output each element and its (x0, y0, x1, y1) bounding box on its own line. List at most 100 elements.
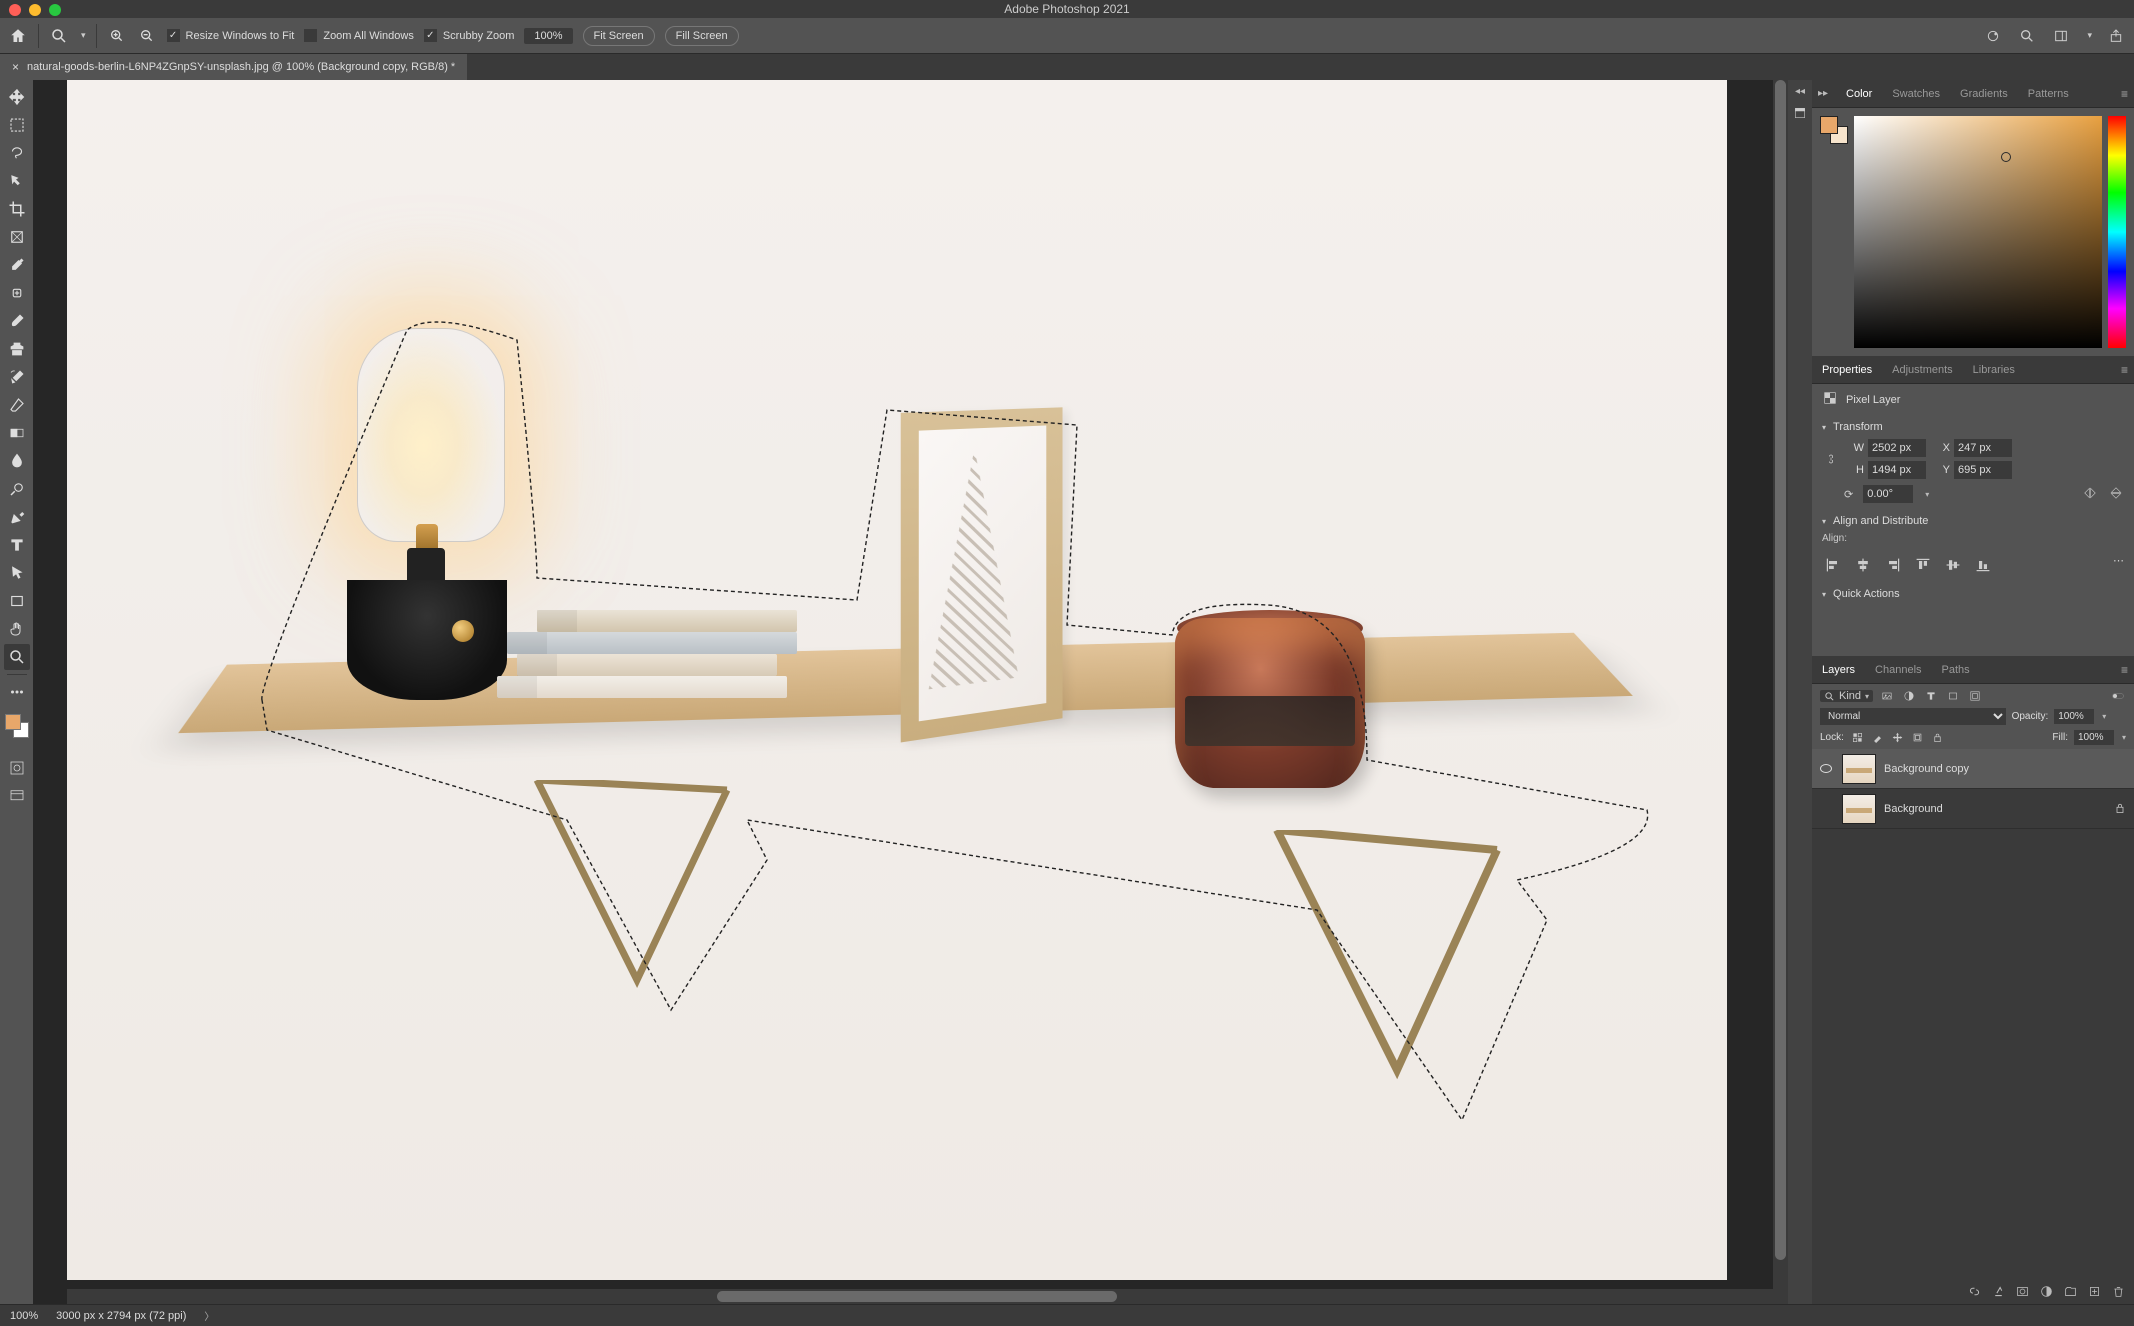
adjustment-layer-icon[interactable] (2038, 1283, 2054, 1299)
filter-toggle-icon[interactable] (2110, 688, 2126, 704)
lock-all-icon[interactable] (1930, 729, 1946, 745)
history-brush-tool[interactable] (4, 364, 30, 390)
align-right-icon[interactable] (1882, 554, 1904, 576)
tab-color[interactable]: Color (1842, 82, 1876, 106)
clone-stamp-tool[interactable] (4, 336, 30, 362)
screen-mode-icon[interactable] (4, 783, 30, 809)
transform-section-header[interactable]: Transform (1822, 421, 2124, 433)
share-icon[interactable] (2106, 26, 2126, 46)
workspace-switcher-icon[interactable] (2051, 26, 2071, 46)
zoom-tool[interactable] (4, 644, 30, 670)
marquee-tool[interactable] (4, 112, 30, 138)
align-bottom-icon[interactable] (1972, 554, 1994, 576)
layer-row[interactable]: Background copy (1812, 749, 2134, 789)
foreground-swatch[interactable] (1820, 116, 1838, 134)
lock-pixels-icon[interactable] (1870, 729, 1886, 745)
status-zoom[interactable]: 100% (10, 1310, 38, 1322)
new-layer-icon[interactable] (2086, 1283, 2102, 1299)
more-options-icon[interactable]: ⋯ (2113, 554, 2124, 576)
fill-screen-button[interactable]: Fill Screen (665, 26, 739, 46)
foreground-color-swatch[interactable] (5, 714, 21, 730)
filter-type-icon[interactable] (1923, 688, 1939, 704)
docked-panel-icon[interactable] (1790, 103, 1810, 123)
align-section-header[interactable]: Align and Distribute (1822, 515, 2124, 527)
tab-libraries[interactable]: Libraries (1969, 358, 2019, 382)
x-input[interactable] (1954, 439, 2012, 457)
home-button[interactable] (8, 26, 28, 46)
tab-close-icon[interactable]: × (12, 60, 19, 74)
link-layers-icon[interactable] (1966, 1283, 1982, 1299)
layer-thumbnail[interactable] (1842, 754, 1876, 784)
lock-position-icon[interactable] (1890, 729, 1906, 745)
layer-name-label[interactable]: Background (1884, 803, 2106, 815)
filter-smart-icon[interactable] (1967, 688, 1983, 704)
opacity-input[interactable] (2054, 709, 2094, 724)
path-select-tool[interactable] (4, 560, 30, 586)
minimize-window-button[interactable] (29, 4, 41, 16)
tab-channels[interactable]: Channels (1871, 658, 1925, 682)
layer-name-label[interactable]: Background copy (1884, 763, 2128, 775)
align-vcenter-icon[interactable] (1942, 554, 1964, 576)
crop-tool[interactable] (4, 196, 30, 222)
angle-chevron-icon[interactable] (1923, 488, 1929, 500)
document-canvas[interactable] (67, 80, 1727, 1280)
angle-input[interactable] (1863, 485, 1913, 503)
resize-windows-checkbox[interactable]: Resize Windows to Fit (167, 29, 295, 42)
blur-tool[interactable] (4, 448, 30, 474)
flip-horizontal-icon[interactable] (2082, 486, 2098, 503)
color-field[interactable] (1854, 116, 2102, 348)
layer-mask-icon[interactable] (2014, 1283, 2030, 1299)
edit-toolbar-icon[interactable] (4, 679, 30, 705)
layer-thumbnail[interactable] (1842, 794, 1876, 824)
tab-layers[interactable]: Layers (1818, 658, 1859, 682)
tab-gradients[interactable]: Gradients (1956, 82, 2012, 106)
zoom-tool-icon[interactable] (49, 26, 69, 46)
opacity-chevron-icon[interactable] (2100, 711, 2106, 722)
color-fg-bg-swatch[interactable] (1820, 116, 1848, 144)
move-tool[interactable] (4, 84, 30, 110)
status-doc-info[interactable]: 3000 px x 2794 px (72 ppi) (56, 1310, 186, 1322)
tab-paths[interactable]: Paths (1938, 658, 1974, 682)
scrollbar-thumb[interactable] (1775, 80, 1786, 1260)
eyedropper-tool[interactable] (4, 252, 30, 278)
search-icon[interactable] (2017, 26, 2037, 46)
delete-layer-icon[interactable] (2110, 1283, 2126, 1299)
horizontal-scrollbar[interactable] (67, 1289, 1788, 1304)
lock-artboard-icon[interactable] (1910, 729, 1926, 745)
hue-slider[interactable] (2108, 116, 2126, 348)
zoom-out-icon[interactable] (137, 26, 157, 46)
dodge-tool[interactable] (4, 476, 30, 502)
color-cursor-icon[interactable] (2001, 152, 2011, 162)
quick-select-tool[interactable] (4, 168, 30, 194)
layer-row[interactable]: Background (1812, 789, 2134, 829)
zoom-all-windows-checkbox[interactable]: Zoom All Windows (304, 29, 413, 42)
filter-adjustment-icon[interactable] (1901, 688, 1917, 704)
zoom-in-icon[interactable] (107, 26, 127, 46)
align-left-icon[interactable] (1822, 554, 1844, 576)
filter-kind-select[interactable]: Kind ▾ (1820, 690, 1873, 702)
fill-input[interactable] (2074, 730, 2114, 745)
group-icon[interactable] (2062, 1283, 2078, 1299)
spot-heal-tool[interactable] (4, 280, 30, 306)
layer-visibility-icon[interactable] (1818, 761, 1834, 777)
workspace-chevron-icon[interactable]: ▾ (2087, 30, 2092, 41)
vertical-scrollbar[interactable] (1773, 80, 1788, 1289)
canvas-area[interactable] (33, 80, 1788, 1304)
fit-screen-button[interactable]: Fit Screen (583, 26, 655, 46)
expand-dock-icon[interactable]: ◂◂ (1795, 86, 1805, 97)
fill-chevron-icon[interactable] (2120, 732, 2126, 743)
pen-tool[interactable] (4, 504, 30, 530)
foreground-background-colors[interactable] (4, 713, 30, 739)
quick-actions-section-header[interactable]: Quick Actions (1822, 588, 2124, 600)
tab-patterns[interactable]: Patterns (2024, 82, 2073, 106)
maximize-window-button[interactable] (49, 4, 61, 16)
width-input[interactable] (1868, 439, 1926, 457)
gradient-tool[interactable] (4, 420, 30, 446)
quick-mask-icon[interactable] (4, 755, 30, 781)
rectangle-tool[interactable] (4, 588, 30, 614)
collapse-panel-icon[interactable]: ▸▸ (1818, 88, 1828, 99)
cloud-docs-icon[interactable] (1983, 26, 2003, 46)
hand-tool[interactable] (4, 616, 30, 642)
layer-style-icon[interactable] (1990, 1283, 2006, 1299)
tab-adjustments[interactable]: Adjustments (1888, 358, 1957, 382)
